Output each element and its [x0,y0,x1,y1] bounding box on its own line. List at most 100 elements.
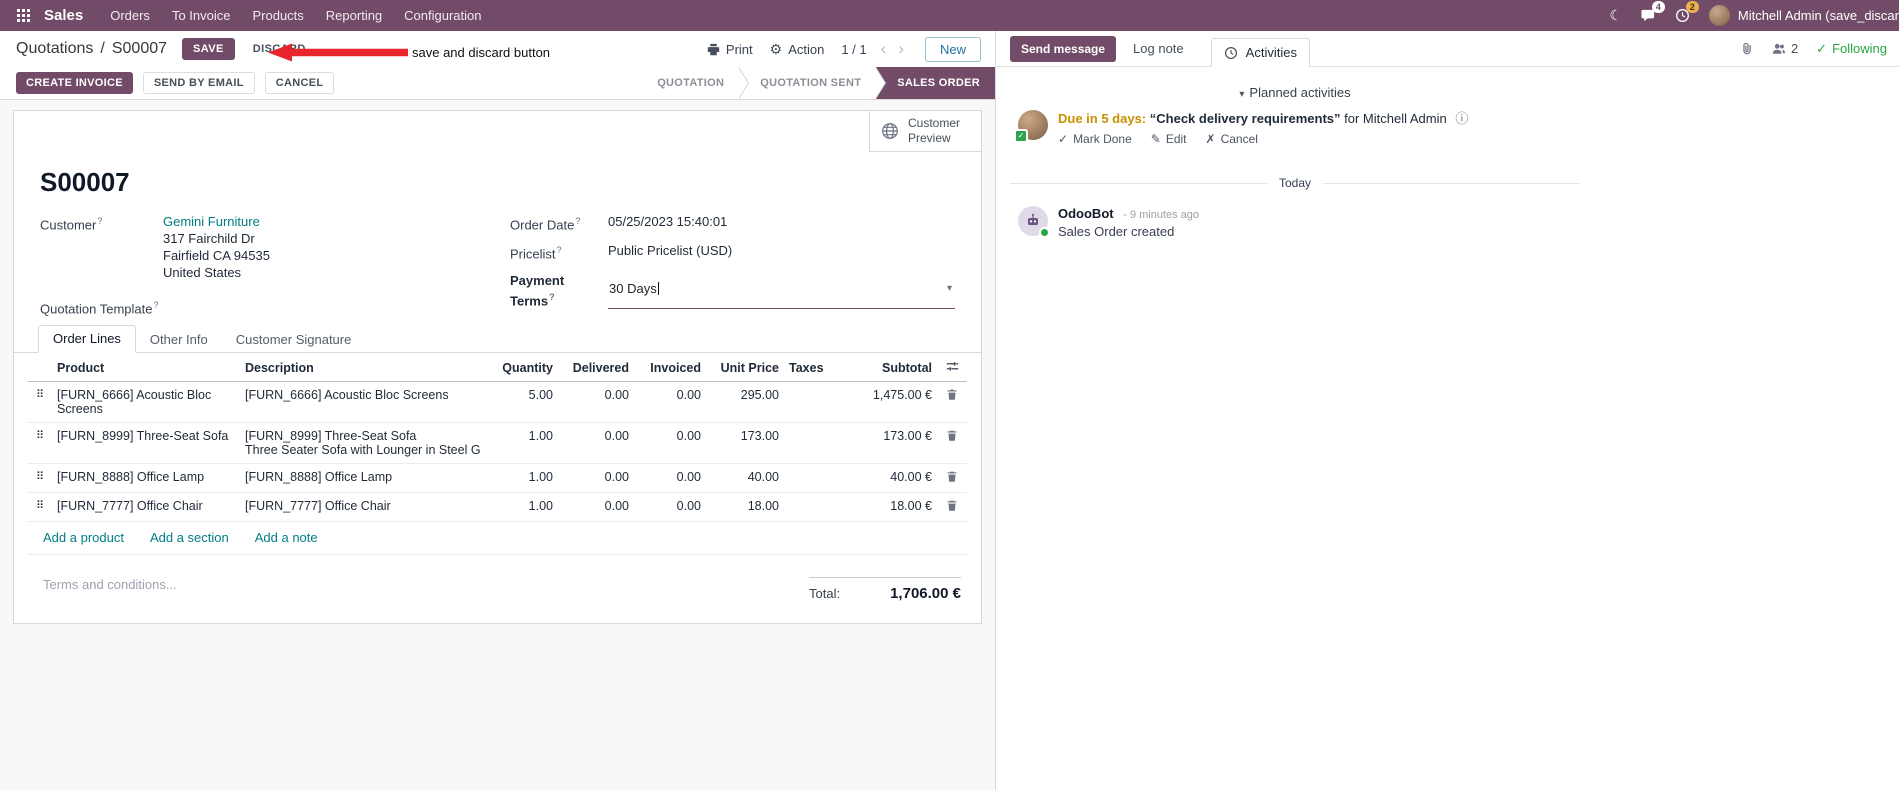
send-message-button[interactable]: Send message [1010,35,1117,62]
col-description[interactable]: Description [240,355,486,382]
drag-handle-icon[interactable]: ⠿ [28,463,52,493]
line-product[interactable]: [FURN_6666] Acoustic Bloc Screens [52,381,240,423]
terms-and-conditions-placeholder[interactable]: Terms and conditions... [43,577,177,602]
status-step-sales-order[interactable]: SALES ORDER [876,67,995,99]
send-by-email-button[interactable]: SEND BY EMAIL [142,72,255,94]
menu-to-invoice[interactable]: To Invoice [161,0,242,31]
dropdown-caret-icon[interactable]: ▾ [947,283,952,294]
line-unit-price[interactable]: 18.00 [706,492,784,522]
line-product[interactable]: [FURN_8888] Office Lamp [52,463,240,493]
tab-other-info[interactable]: Other Info [136,327,222,353]
line-invoiced[interactable]: 0.00 [634,463,706,493]
status-step-quotation[interactable]: QUOTATION [636,67,750,99]
col-product[interactable]: Product [52,355,240,382]
line-quantity[interactable]: 1.00 [486,463,558,493]
line-delivered[interactable]: 0.00 [558,422,634,464]
add-section-link[interactable]: Add a section [150,530,229,545]
action-button[interactable]: ⚙ Action [770,41,825,58]
line-delivered[interactable]: 0.00 [558,492,634,522]
menu-configuration[interactable]: Configuration [393,0,492,31]
messages-icon[interactable]: 4 [1641,1,1665,23]
mark-done-button[interactable]: ✓ Mark Done [1058,132,1132,146]
tab-order-lines[interactable]: Order Lines [38,325,136,353]
today-label: Today [1278,176,1312,190]
line-description[interactable]: [FURN_6666] Acoustic Bloc Screens [240,381,486,423]
add-note-link[interactable]: Add a note [255,530,318,545]
line-description[interactable]: [FURN_8888] Office Lamp [240,463,486,493]
planned-activities-header[interactable]: ▾ Planned activities [1008,85,1582,100]
menu-orders[interactable]: Orders [99,0,161,31]
delete-line-icon[interactable] [946,499,958,512]
edit-activity-button[interactable]: ✎ Edit [1151,132,1187,146]
line-description[interactable]: [FURN_8999] Three-Seat Sofa Three Seater… [240,422,486,464]
following-button[interactable]: ✓ Following [1816,41,1887,57]
menu-products[interactable]: Products [241,0,314,31]
quotation-template-field[interactable] [163,297,470,317]
line-product[interactable]: [FURN_8999] Three-Seat Sofa [52,422,240,464]
info-icon[interactable]: ⓘ [1455,111,1468,126]
col-invoiced[interactable]: Invoiced [634,355,706,382]
line-quantity[interactable]: 1.00 [486,422,558,464]
line-unit-price[interactable]: 295.00 [706,381,784,423]
add-product-link[interactable]: Add a product [43,530,124,545]
new-button[interactable]: New [924,36,981,62]
cancel-button[interactable]: CANCEL [264,72,335,94]
line-delivered[interactable]: 0.00 [558,381,634,423]
activities-tab[interactable]: Activities [1210,38,1310,67]
col-subtotal[interactable]: Subtotal [839,355,937,382]
breadcrumb-quotations[interactable]: Quotations [16,40,93,58]
attachments-paperclip-icon[interactable] [1740,41,1754,56]
line-quantity[interactable]: 1.00 [486,492,558,522]
drag-handle-icon[interactable]: ⠿ [28,492,52,522]
line-unit-price[interactable]: 40.00 [706,463,784,493]
save-button[interactable]: SAVE [182,38,235,60]
pricelist-value[interactable]: Public Pricelist (USD) [608,242,732,262]
optional-columns-icon[interactable] [937,355,967,382]
line-invoiced[interactable]: 0.00 [634,492,706,522]
delete-line-icon[interactable] [946,429,958,442]
create-invoice-button[interactable]: CREATE INVOICE [16,72,133,94]
log-note-button[interactable]: Log note [1133,41,1184,56]
line-product[interactable]: [FURN_7777] Office Chair [52,492,240,522]
col-delivered[interactable]: Delivered [558,355,634,382]
customer-address-line: 317 Fairchild Dr [163,231,255,246]
notebook-tabs: Order Lines Other Info Customer Signatur… [14,325,981,353]
line-invoiced[interactable]: 0.00 [634,381,706,423]
status-step-quotation-sent[interactable]: QUOTATION SENT [739,67,887,99]
line-description[interactable]: [FURN_7777] Office Chair [240,492,486,522]
activities-clock-icon[interactable]: 2 [1675,1,1699,23]
col-unit-price[interactable]: Unit Price [706,355,784,382]
payment-terms-input[interactable]: 30 Days ▾ [608,272,955,309]
col-quantity[interactable]: Quantity [486,355,558,382]
line-taxes[interactable] [784,381,839,423]
col-taxes[interactable]: Taxes [784,355,839,382]
order-date-value[interactable]: 05/25/2023 15:40:01 [608,213,727,233]
line-invoiced[interactable]: 0.00 [634,422,706,464]
print-button[interactable]: Print [707,42,753,57]
user-menu[interactable]: Mitchell Admin (save_discar [1708,5,1899,26]
line-taxes[interactable] [784,463,839,493]
followers-button[interactable]: 2 [1772,41,1798,56]
line-taxes[interactable] [784,422,839,464]
customer-preview-button[interactable]: Customer Preview [869,110,982,152]
line-delivered[interactable]: 0.00 [558,463,634,493]
pager-next-icon[interactable]: › [894,39,908,59]
message-author[interactable]: OdooBot [1058,206,1114,221]
apps-grid-icon[interactable] [10,9,36,22]
drag-handle-icon[interactable]: ⠿ [28,381,52,423]
tab-customer-signature[interactable]: Customer Signature [222,327,366,353]
delete-line-icon[interactable] [946,388,958,401]
menu-reporting[interactable]: Reporting [315,0,393,31]
line-taxes[interactable] [784,492,839,522]
pager-previous-icon[interactable]: ‹ [877,39,891,59]
cancel-activity-button[interactable]: ✗ Cancel [1206,132,1258,146]
line-quantity[interactable]: 5.00 [486,381,558,423]
moon-icon[interactable]: ☾ [1609,7,1622,24]
line-unit-price[interactable]: 173.00 [706,422,784,464]
delete-line-icon[interactable] [946,470,958,483]
drag-handle-icon[interactable]: ⠿ [28,422,52,464]
discard-button[interactable]: DISCARD [253,43,306,55]
activities-tab-label: Activities [1245,45,1297,60]
customer-link[interactable]: Gemini Furniture [163,213,270,230]
app-name[interactable]: Sales [44,7,83,24]
